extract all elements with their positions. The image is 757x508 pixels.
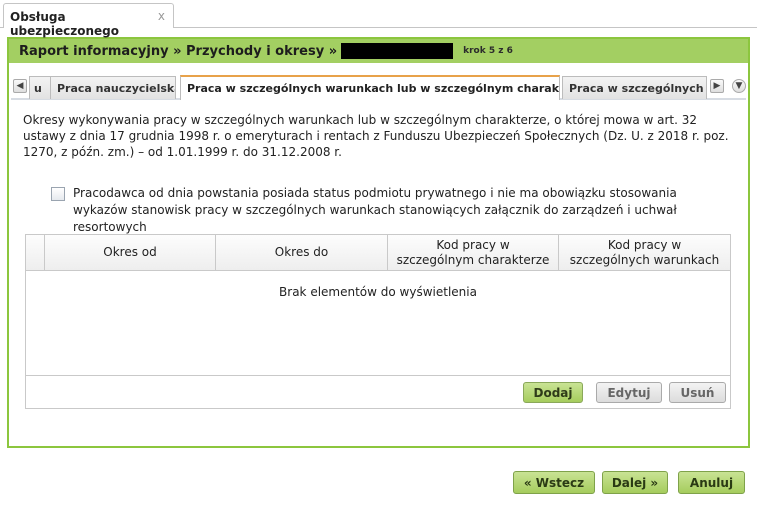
- doc-tab-obsluga[interactable]: Obsługa ubezpieczonego x: [3, 3, 174, 38]
- tab-praca-szczegolne-w[interactable]: Praca w szczególnych w: [562, 76, 707, 99]
- tab-scroll-left-icon[interactable]: ◀: [13, 79, 27, 93]
- close-icon[interactable]: x: [158, 9, 165, 23]
- doc-tab-label: Obsługa ubezpieczonego: [10, 10, 119, 38]
- panel-header: Raport informacyjny » Przychody i okresy…: [9, 39, 748, 63]
- cancel-button[interactable]: Anuluj: [678, 471, 745, 494]
- grid-toolbar: Dodaj Edytuj Usuń: [26, 375, 730, 408]
- grid-header-okres-do[interactable]: Okres do: [216, 235, 388, 270]
- grid-header: Okres od Okres do Kod pracy w szczególny…: [26, 235, 730, 271]
- redacted-name: [341, 43, 454, 59]
- wizard-panel: Raport informacyjny » Przychody i okresy…: [7, 37, 750, 448]
- tab-content: Okresy wykonywania pracy w szczególnych …: [23, 112, 735, 160]
- tab-partial[interactable]: u: [29, 76, 51, 99]
- grid-empty-message: Brak elementów do wyświetlenia: [279, 285, 477, 299]
- tab-scroll-right-icon[interactable]: ▶: [710, 79, 724, 93]
- next-button[interactable]: Dalej »: [602, 471, 668, 494]
- grid-header-rownum: [26, 235, 45, 270]
- tab-menu-icon[interactable]: ▼: [732, 79, 746, 93]
- grid-header-okres-od[interactable]: Okres od: [45, 235, 216, 270]
- grid-header-kod-charakter[interactable]: Kod pracy w szczególnym charakterze: [388, 235, 559, 270]
- tab-praca-nauczycielska[interactable]: Praca nauczycielska: [50, 76, 176, 99]
- grid-header-kod-warunki[interactable]: Kod pracy w szczególnych warunkach: [559, 235, 730, 270]
- tab-praca-szczegolne-warunki[interactable]: Praca w szczególnych warunkach lub w szc…: [180, 75, 560, 100]
- page-title: Raport informacyjny » Przychody i okresy…: [19, 43, 338, 59]
- description-text: Okresy wykonywania pracy w szczególnych …: [23, 113, 729, 159]
- tab-bar: ◀ u Praca nauczycielska Praca w szczegól…: [11, 75, 746, 100]
- step-indicator: krok 5 z 6: [463, 46, 513, 56]
- delete-button[interactable]: Usuń: [669, 382, 726, 403]
- private-employer-checkbox-row: Pracodawca od dnia powstania posiada sta…: [51, 185, 721, 236]
- private-employer-checkbox-label: Pracodawca od dnia powstania posiada sta…: [73, 186, 677, 234]
- back-button[interactable]: « Wstecz: [513, 471, 595, 494]
- private-employer-checkbox[interactable]: [51, 187, 65, 201]
- edit-button[interactable]: Edytuj: [596, 382, 662, 403]
- add-button[interactable]: Dodaj: [523, 382, 583, 403]
- periods-grid: Okres od Okres do Kod pracy w szczególny…: [25, 234, 731, 409]
